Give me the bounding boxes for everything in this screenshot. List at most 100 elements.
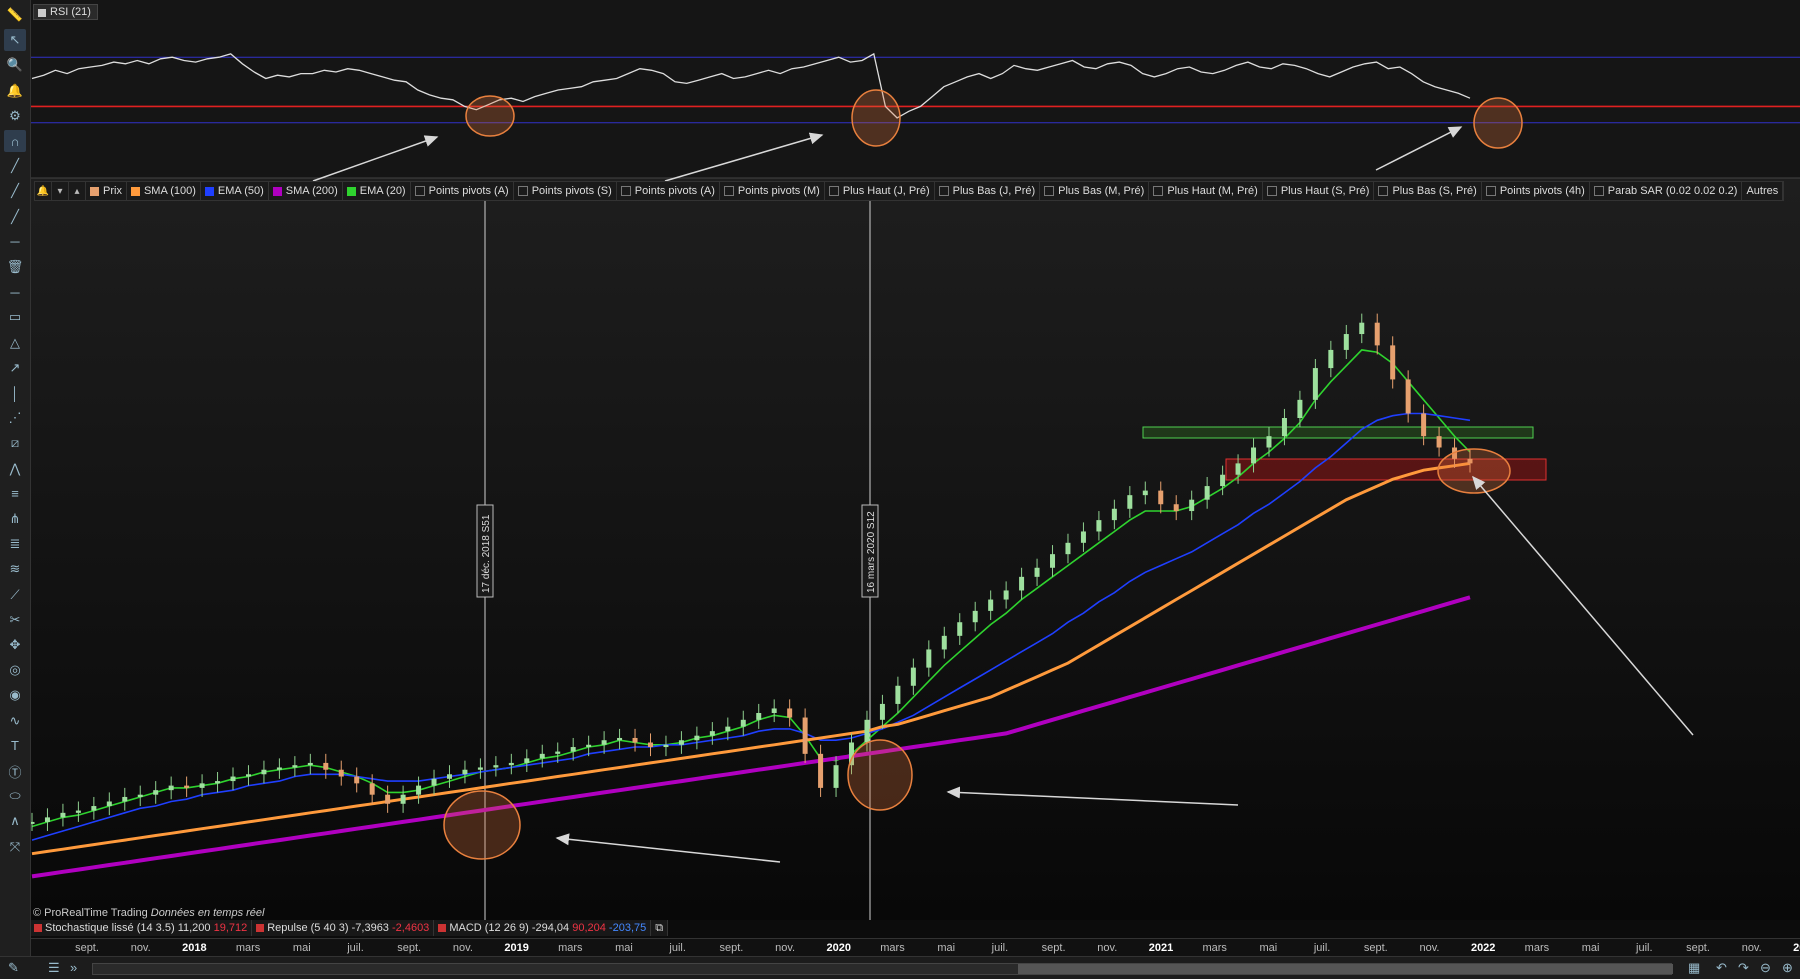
ruler-icon[interactable]: 📏 (4, 4, 26, 26)
rsi-panel-label[interactable]: RSI (21) (33, 4, 98, 20)
hline-red-icon[interactable]: ─ (4, 281, 26, 303)
legend-item[interactable]: Points pivots (A) (411, 182, 514, 200)
legend-checkbox[interactable] (620, 186, 631, 196)
zoom-out-icon[interactable]: ⊖ (1760, 960, 1771, 976)
alert-icon[interactable]: 🔔 (35, 182, 52, 200)
collapse-icon[interactable]: ▾ (52, 182, 69, 200)
legend-checkbox[interactable] (1593, 186, 1604, 196)
channel-icon[interactable]: ⧄ (4, 432, 26, 454)
indicator-swatch (256, 924, 265, 932)
wave-icon[interactable]: ∧ (4, 810, 26, 832)
legend-item[interactable]: SMA (100) (127, 182, 201, 200)
legend-checkbox[interactable] (723, 186, 734, 196)
drawing-tool-icon[interactable]: ✎ (8, 960, 19, 976)
legend-checkbox[interactable] (414, 186, 425, 196)
legend-item[interactable]: Plus Haut (S, Pré) (1263, 182, 1375, 200)
window-icon[interactable]: ⧉ (651, 920, 669, 936)
andrews-pitchfork-icon[interactable]: ⋔ (4, 508, 26, 530)
vline-label: 17 déc. 2018 S51 (481, 514, 492, 593)
candle-body (354, 776, 360, 784)
cursor-cross-icon[interactable]: ⤧ (4, 836, 26, 858)
move-icon[interactable]: ✥ (4, 634, 26, 656)
legend-item[interactable]: EMA (50) (201, 182, 269, 200)
legend-checkbox[interactable] (938, 186, 949, 196)
x-axis[interactable]: sept. nov. 2018 mars mai juil. sept. nov. 2019 ma… (30, 938, 1800, 957)
menu-icon[interactable]: ☰ (48, 960, 60, 976)
fibonacci-levels-icon[interactable]: ≣ (4, 533, 26, 555)
text-icon[interactable]: T (4, 735, 26, 757)
candle-body (1158, 490, 1164, 505)
chart-svg[interactable]: 17 déc. 2018 S51 16 mars 2020 S12 (0, 0, 1800, 978)
chart-area[interactable]: 17 déc. 2018 S51 16 mars 2020 S12 (0, 0, 1800, 978)
trash-icon[interactable]: 🗑 (4, 256, 26, 278)
legend-item[interactable]: Plus Bas (J, Pré) (935, 182, 1041, 200)
candle-body (1189, 499, 1195, 512)
zoom-icon[interactable]: 🔍 (4, 54, 26, 76)
rectangle-icon[interactable]: ▭ (4, 306, 26, 328)
legend-checkbox[interactable] (1378, 186, 1389, 196)
segment-icon[interactable]: ╱ (4, 206, 26, 228)
undo-icon[interactable]: ↶ (1716, 960, 1727, 976)
legend-checkbox[interactable] (1153, 186, 1164, 196)
legend-item[interactable]: Points pivots (A) (617, 182, 720, 200)
legend-swatch[interactable] (90, 186, 99, 196)
forward-icon[interactable]: » (70, 960, 77, 975)
legend-item[interactable]: Points pivots (4h) (1482, 182, 1590, 200)
indicator-item[interactable]: Repulse (5 40 3) -7,3963 -2,4603 (252, 920, 435, 936)
circle-spiral-icon[interactable]: ◉ (4, 684, 26, 706)
fibonacci-fan-icon[interactable]: ⋀ (4, 458, 26, 480)
calendar-icon[interactable]: ▦ (1688, 960, 1700, 976)
cursor-icon[interactable]: ↖ (4, 29, 26, 52)
ray-icon[interactable]: ╱ (4, 180, 26, 202)
legend-item[interactable]: Prix (86, 182, 127, 200)
legend-item[interactable]: Plus Haut (M, Pré) (1149, 182, 1263, 200)
x-tick-label: nov. (130, 942, 151, 954)
hline-icon[interactable]: ─ (4, 231, 26, 253)
scroll-thumb[interactable] (1018, 964, 1673, 974)
regression-icon[interactable]: ⟋ (4, 584, 26, 606)
alert-config-icon[interactable]: ⚙ (4, 105, 26, 127)
legend-item[interactable]: Points pivots (M) (720, 182, 825, 200)
legend-checkbox[interactable] (828, 186, 839, 196)
triangle-icon[interactable]: △ (4, 332, 26, 354)
expand-icon[interactable]: ▴ (69, 182, 86, 200)
tag-icon[interactable]: Ⓣ (4, 760, 26, 782)
indicator-item[interactable]: Stochastique lissé (14 3.5) 11,200 19,71… (30, 920, 253, 936)
arrow-icon[interactable]: ↗ (4, 357, 26, 379)
legend-item[interactable]: Plus Bas (M, Pré) (1040, 182, 1150, 200)
legend-swatch[interactable] (204, 186, 214, 196)
legend-swatch[interactable] (346, 186, 356, 196)
magnet-icon[interactable]: ∩ (4, 130, 26, 152)
fibonacci-ext-icon[interactable]: ≋ (4, 558, 26, 580)
tools-icon[interactable]: ✂ (4, 609, 26, 631)
legend-swatch[interactable] (130, 186, 140, 196)
legend-item[interactable]: EMA (20) (343, 182, 411, 200)
legend-item[interactable]: Plus Bas (S, Pré) (1374, 182, 1482, 200)
time-scrollbar[interactable] (92, 963, 1673, 975)
candle-body (1266, 436, 1272, 448)
spiral-icon[interactable]: ◎ (4, 659, 26, 681)
candle-body (1390, 345, 1396, 380)
indicator-item[interactable]: MACD (12 26 9) -294,04 90,204 -203,75 (434, 920, 652, 936)
polyline-icon[interactable]: ⋰ (4, 407, 26, 429)
cycle-icon[interactable]: ∿ (4, 710, 26, 732)
fibonacci-icon[interactable]: ≡ (4, 483, 26, 505)
vline-icon[interactable]: │ (4, 382, 26, 404)
legend-item[interactable]: Autres (1742, 182, 1784, 200)
alert-icon[interactable]: 🔔 (4, 80, 26, 102)
legend-item[interactable]: Parab SAR (0.02 0.02 0.2) (1590, 182, 1743, 200)
legend-item[interactable]: Points pivots (S) (514, 182, 617, 200)
ellipse-icon[interactable]: ⬭ (4, 785, 26, 807)
legend-item[interactable]: Plus Haut (J, Pré) (825, 182, 935, 200)
legend-swatch[interactable] (272, 186, 282, 196)
redo-icon[interactable]: ↷ (1738, 960, 1749, 976)
legend-checkbox[interactable] (1266, 186, 1277, 196)
candle-body (385, 794, 391, 804)
legend-label: SMA (200) (285, 185, 338, 197)
legend-checkbox[interactable] (1485, 186, 1496, 196)
legend-checkbox[interactable] (1044, 186, 1055, 196)
line-icon[interactable]: ╱ (4, 155, 26, 177)
zoom-reset-icon[interactable]: ⊕ (1782, 960, 1793, 976)
legend-item[interactable]: SMA (200) (269, 182, 343, 200)
legend-checkbox[interactable] (517, 186, 528, 196)
